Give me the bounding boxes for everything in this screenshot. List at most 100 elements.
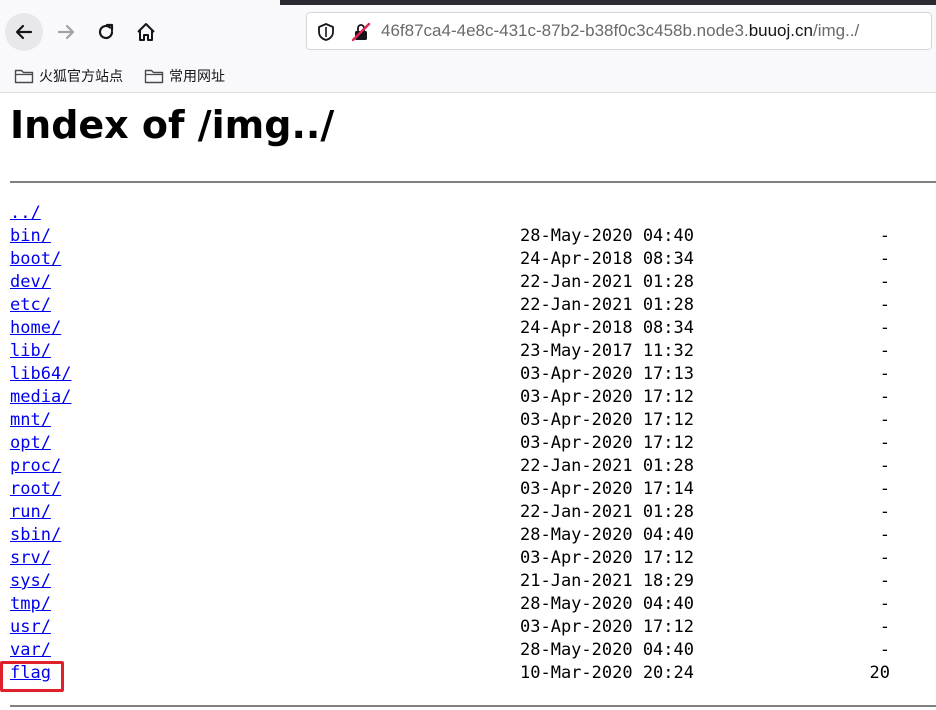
entry-link[interactable]: boot/: [10, 248, 61, 271]
entry-link[interactable]: etc/: [10, 294, 51, 317]
entry-size: -: [879, 594, 890, 614]
home-icon: [137, 23, 155, 41]
back-icon: [15, 24, 33, 40]
listing-row: usr/03-Apr-2020 17:12 -: [10, 616, 936, 639]
listing-row: bin/28-May-2020 04:40 -: [10, 225, 936, 248]
listing-row: proc/22-Jan-2021 01:28 -: [10, 455, 936, 478]
home-button[interactable]: [127, 13, 165, 51]
entry-size: -: [879, 640, 890, 660]
entry-size: -: [879, 456, 890, 476]
entry-date: 28-May-2020 04:40: [520, 525, 694, 545]
entry-size: -: [879, 341, 890, 361]
entry-link[interactable]: bin/: [10, 225, 51, 248]
back-button[interactable]: [5, 13, 43, 51]
reload-icon: [98, 23, 114, 40]
entry-size: -: [879, 525, 890, 545]
entry-size: -: [879, 249, 890, 269]
entry-link[interactable]: lib/: [10, 340, 51, 363]
entry-date: 10-Mar-2020 20:24: [520, 663, 694, 683]
page-title: Index of /img../: [10, 103, 335, 147]
listing-row: mnt/03-Apr-2020 17:12 -: [10, 409, 936, 432]
entry-date: 22-Jan-2021 01:28: [520, 272, 694, 292]
insecure-lock-icon[interactable]: [351, 22, 371, 42]
listing-row: flag 10-Mar-2020 20:24 20: [10, 662, 936, 685]
entry-date: 28-May-2020 04:40: [520, 594, 694, 614]
url-text[interactable]: 46f87ca4-4e8c-431c-87b2-b38f0c3c458b.nod…: [381, 21, 859, 41]
entry-size: -: [879, 387, 890, 407]
tab-strip-edge: [280, 0, 936, 5]
entry-link[interactable]: root/: [10, 478, 61, 501]
listing-row: home/24-Apr-2018 08:34 -: [10, 317, 936, 340]
entry-date: 03-Apr-2020 17:12: [520, 410, 694, 430]
entry-link[interactable]: dev/: [10, 271, 51, 294]
entry-size: 20: [869, 663, 890, 683]
entry-link[interactable]: media/: [10, 386, 71, 409]
entry-size: -: [879, 364, 890, 384]
entry-link[interactable]: var/: [10, 639, 51, 662]
entry-date: 24-Apr-2018 08:34: [520, 318, 694, 338]
entry-date: 03-Apr-2020 17:12: [520, 617, 694, 637]
forward-icon: [57, 24, 75, 40]
listing-row: lib64/03-Apr-2020 17:13 -: [10, 363, 936, 386]
entry-date: 22-Jan-2021 01:28: [520, 295, 694, 315]
entry-link[interactable]: opt/: [10, 432, 51, 455]
listing-row: media/03-Apr-2020 17:12 -: [10, 386, 936, 409]
url-suffix: /img../: [812, 21, 860, 40]
listing-row: srv/03-Apr-2020 17:12 -: [10, 547, 936, 570]
url-domain: buuoj.cn: [748, 21, 813, 40]
entry-size: -: [879, 617, 890, 637]
bookmarks-bar: 火狐官方站点 常用网址: [0, 60, 936, 93]
entry-link[interactable]: sbin/: [10, 524, 61, 547]
divider-bottom: [10, 705, 936, 707]
entry-date: 03-Apr-2020 17:12: [520, 387, 694, 407]
entry-link[interactable]: proc/: [10, 455, 61, 478]
bookmark-firefox-official[interactable]: 火狐官方站点: [14, 65, 123, 87]
entry-size: -: [879, 502, 890, 522]
flag-highlight-box: [0, 661, 64, 692]
entry-date: 03-Apr-2020 17:13: [520, 364, 694, 384]
entry-date: 03-Apr-2020 17:12: [520, 548, 694, 568]
entry-link[interactable]: srv/: [10, 547, 51, 570]
entry-link[interactable]: sys/: [10, 570, 51, 593]
entry-link[interactable]: mnt/: [10, 409, 51, 432]
url-prefix: 46f87ca4-4e8c-431c-87b2-b38f0c3c458b.nod…: [381, 21, 749, 40]
entry-link[interactable]: ../: [10, 202, 41, 225]
shield-icon[interactable]: [317, 22, 335, 42]
listing-row: root/03-Apr-2020 17:14 -: [10, 478, 936, 501]
listing-row: ../: [10, 202, 936, 225]
entry-link[interactable]: tmp/: [10, 593, 51, 616]
listing-row: sys/21-Jan-2021 18:29 -: [10, 570, 936, 593]
entry-date: 23-May-2017 11:32: [520, 341, 694, 361]
reload-button[interactable]: [87, 13, 125, 51]
folder-icon: [14, 69, 34, 84]
entry-date: 03-Apr-2020 17:12: [520, 433, 694, 453]
url-bar[interactable]: 46f87ca4-4e8c-431c-87b2-b38f0c3c458b.nod…: [306, 12, 932, 50]
entry-size: -: [879, 318, 890, 338]
entry-date: 28-May-2020 04:40: [520, 640, 694, 660]
entry-size: -: [879, 226, 890, 246]
listing-row: var/28-May-2020 04:40 -: [10, 639, 936, 662]
entry-size: -: [879, 479, 890, 499]
bookmark-label: 常用网址: [169, 69, 225, 85]
folder-icon: [144, 69, 164, 84]
entry-size: -: [879, 410, 890, 430]
forward-button[interactable]: [47, 13, 85, 51]
listing-row: tmp/28-May-2020 04:40 -: [10, 593, 936, 616]
entry-link[interactable]: home/: [10, 317, 61, 340]
directory-listing: ../bin/28-May-2020 04:40 - boot/24-Apr-201…: [10, 202, 936, 685]
entry-link[interactable]: lib64/: [10, 363, 71, 386]
entry-size: -: [879, 548, 890, 568]
entry-date: 28-May-2020 04:40: [520, 226, 694, 246]
entry-size: -: [879, 433, 890, 453]
entry-date: 03-Apr-2020 17:14: [520, 479, 694, 499]
entry-link[interactable]: run/: [10, 501, 51, 524]
listing-row: dev/22-Jan-2021 01:28 -: [10, 271, 936, 294]
divider-top: [10, 181, 936, 183]
bookmark-label: 火狐官方站点: [39, 69, 123, 85]
bookmark-common-sites[interactable]: 常用网址: [144, 65, 225, 87]
entry-date: 22-Jan-2021 01:28: [520, 456, 694, 476]
entry-link[interactable]: usr/: [10, 616, 51, 639]
entry-size: -: [879, 295, 890, 315]
listing-row: opt/03-Apr-2020 17:12 -: [10, 432, 936, 455]
entry-date: 24-Apr-2018 08:34: [520, 249, 694, 269]
